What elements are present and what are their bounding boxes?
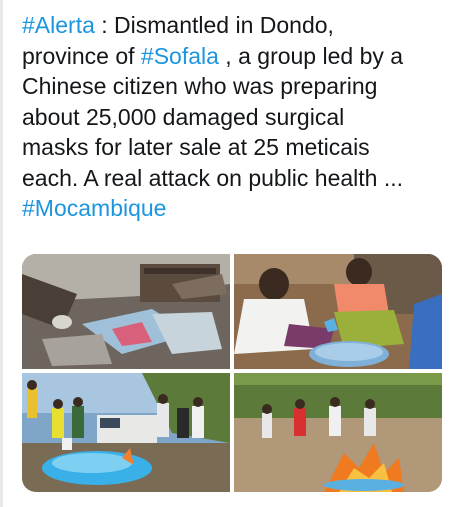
rubble-with-masks-photo	[22, 254, 230, 369]
tweet-text: #Alerta : Dismantled in Dondo, province o…	[22, 10, 442, 224]
tweet-text-segment: about 25,000 damaged surgical	[22, 103, 345, 130]
tweet-text-segment: Chinese citizen who was preparing	[22, 73, 378, 99]
tweet-text-segment: each. A real attack on public health ...	[22, 164, 404, 191]
tweet-text-segment: masks for later sale at 25 meticais	[22, 134, 370, 160]
tweet-line: each. A real attack on public health ...	[22, 163, 442, 194]
photo-women-sorting[interactable]	[234, 254, 442, 369]
cropped-previous-line	[0, 0, 452, 8]
window-edge	[0, 0, 3, 507]
officers-with-blue-masks-photo	[22, 373, 230, 492]
photo-burning-masks[interactable]	[234, 373, 442, 492]
tweet-line: about 25,000 damaged surgical	[22, 102, 442, 133]
tweet-line: #Mocambique	[22, 193, 442, 224]
hashtag-link[interactable]: #Sofala	[141, 43, 219, 69]
photo-officers-masks[interactable]	[22, 373, 230, 492]
tweet-line: masks for later sale at 25 meticais	[22, 132, 442, 163]
burning-masks-photo	[234, 373, 442, 492]
tweet-text-segment: : Dismantled in Dondo,	[94, 12, 334, 38]
tweet-text-segment: , a group led by a	[218, 42, 404, 69]
media-grid[interactable]	[22, 254, 442, 492]
hashtag-link[interactable]: #Mocambique	[22, 195, 166, 221]
tweet-line: Chinese citizen who was preparing	[22, 71, 442, 102]
women-sorting-masks-photo	[234, 254, 442, 369]
photo-rubble-masks[interactable]	[22, 254, 230, 369]
hashtag-link[interactable]: #Alerta	[22, 12, 95, 38]
tweet-line: province of #Sofala , a group led by a	[22, 41, 442, 72]
tweet-text-segment: province of	[22, 42, 141, 69]
tweet-line: #Alerta : Dismantled in Dondo,	[22, 10, 442, 41]
